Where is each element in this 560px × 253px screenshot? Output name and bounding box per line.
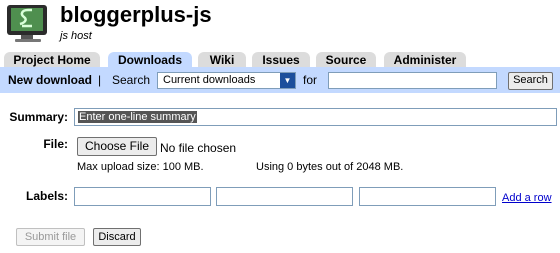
add-row-link[interactable]: Add a row: [502, 192, 552, 204]
label-input-3[interactable]: [359, 187, 496, 206]
file-label: File:: [43, 137, 68, 151]
tab-issues[interactable]: Issues: [252, 52, 310, 67]
max-upload-size: Max upload size: 100 MB.: [77, 161, 204, 173]
tab-administer[interactable]: Administer: [384, 52, 466, 67]
for-label: for: [303, 73, 318, 87]
search-label: Search: [112, 73, 151, 87]
choose-file-button[interactable]: Choose File: [77, 137, 157, 156]
summary-placeholder: Enter one-line summary: [78, 111, 197, 123]
label-input-1[interactable]: [74, 187, 211, 206]
search-scope-value: Current downloads: [163, 74, 256, 86]
tab-bar: Project Home Downloads Wiki Issues Sourc…: [0, 52, 560, 68]
tab-source[interactable]: Source: [316, 52, 376, 67]
discard-button[interactable]: Discard: [93, 228, 141, 246]
separator: |: [98, 73, 102, 87]
project-name[interactable]: bloggerplus-js: [60, 2, 212, 28]
label-input-2[interactable]: [216, 187, 353, 206]
search-bar: New download | Search Current downloads …: [0, 67, 560, 93]
new-download-title: New download: [8, 73, 92, 87]
search-button[interactable]: Search: [508, 72, 553, 90]
storage-usage: Using 0 bytes out of 2048 MB.: [256, 161, 404, 173]
monitor-logo-icon: [7, 5, 47, 42]
project-summary: js host: [60, 30, 92, 42]
search-scope-select[interactable]: Current downloads ▼: [157, 72, 296, 89]
tab-downloads[interactable]: Downloads: [108, 52, 192, 67]
summary-label: Summary:: [9, 110, 68, 124]
summary-input[interactable]: Enter one-line summary: [74, 108, 557, 126]
submit-file-button[interactable]: Submit file: [16, 228, 85, 246]
labels-label: Labels:: [25, 189, 68, 203]
search-query-input[interactable]: [328, 72, 497, 89]
tab-project-home[interactable]: Project Home: [4, 52, 100, 67]
chevron-down-icon[interactable]: ▼: [280, 73, 295, 88]
file-status: No file chosen: [160, 141, 237, 155]
tab-wiki[interactable]: Wiki: [198, 52, 246, 67]
